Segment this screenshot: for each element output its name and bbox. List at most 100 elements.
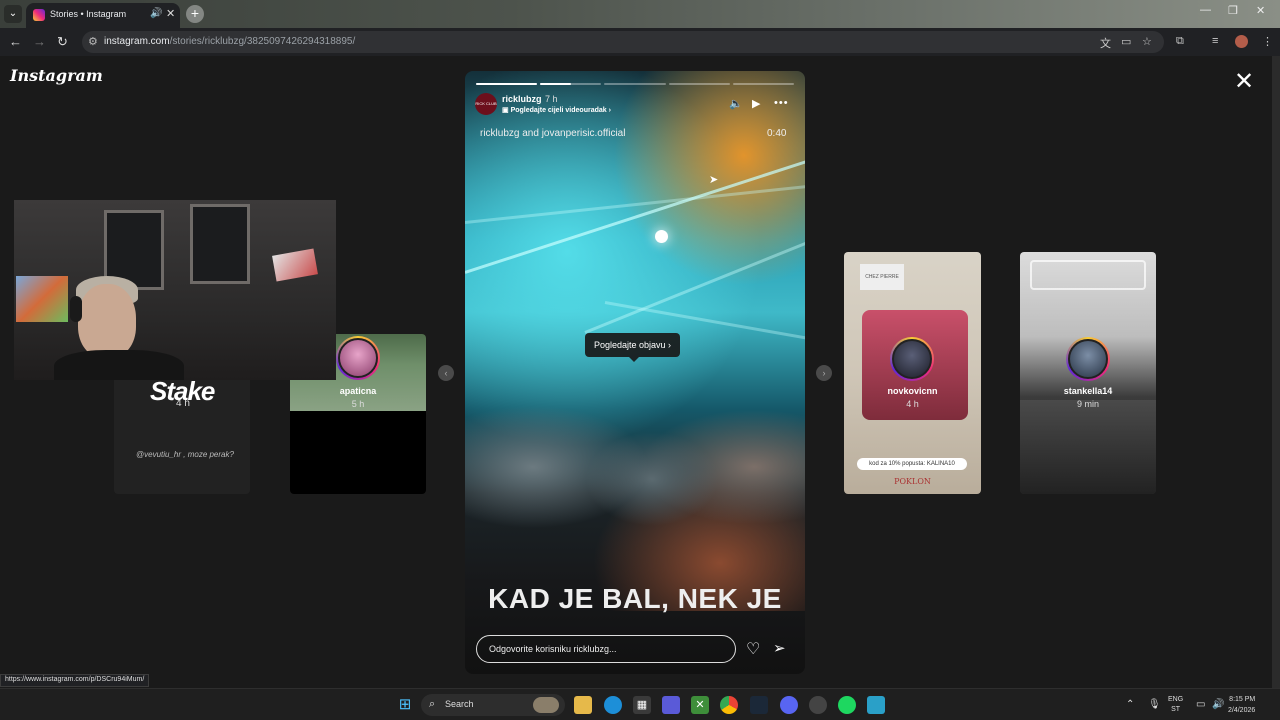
avatar [336,336,380,380]
minimize-icon[interactable]: — [1200,4,1211,16]
tab-search-icon[interactable]: ≡ [1212,35,1218,47]
steam-icon[interactable] [750,696,768,714]
chrome-icon[interactable] [720,696,738,714]
bookmark-star-icon[interactable]: ☆ [1142,35,1152,48]
avatar [890,337,934,381]
view-post-button[interactable]: Pogledajte objavu › [585,333,681,362]
instagram-logo[interactable]: Instagram [10,66,103,85]
story-collab-credit: ricklubzg and jovanperisic.official [480,128,626,139]
story-progress-segment [668,83,730,85]
brand-logo: CHEZ PIERRE [860,264,904,290]
close-story-viewer-icon[interactable]: ✕ [1234,70,1254,94]
language-layout: ST [1171,706,1181,713]
notepad-icon[interactable] [662,696,680,714]
story-card-username: novkovicnn [887,386,938,396]
story-progress-segment [732,83,794,85]
search-highlight-icon [533,697,559,713]
webcam-overlay [14,200,336,380]
window-close-icon[interactable]: ✕ [1256,4,1265,17]
story-card-time: 9 min [1076,399,1099,409]
clock-date: 2/4/2026 [1228,707,1256,714]
story-reply-input[interactable] [476,635,736,663]
reload-icon[interactable]: ↻ [57,34,68,50]
tab-close-icon[interactable]: ✕ [166,7,175,20]
previous-story-chevron-icon[interactable]: ‹ [438,365,454,381]
translate-icon[interactable]: 文 [1100,35,1111,51]
volume-icon[interactable]: 🔊 [1212,699,1224,710]
store-icon[interactable]: ▦ [633,696,651,714]
cast-icon[interactable]: ▭ [1121,35,1131,48]
forward-icon[interactable]: → [33,34,46,49]
notes-icon[interactable] [867,696,885,714]
back-icon[interactable]: ← [9,34,22,49]
minecraft-icon[interactable]: ✕ [691,696,709,714]
link-status-url: https://www.instagram.com/p/DSCru94iMum/ [0,674,150,687]
story-card-caption: @vevutiu_hr , moze perak? [136,450,234,459]
clock-time: 8:15 PM [1229,696,1256,703]
windows-start-icon[interactable]: ⊞ [396,696,414,714]
send-icon[interactable]: ➢ [773,639,786,657]
site-info-icon[interactable]: ⚙ [88,35,98,48]
tab-search-button[interactable]: ⌄ [4,5,22,23]
windows-taskbar: ⊞ ⌕ Search ▦ ✕ ⌃ 🎙 ENG ST ▭ 🔊 8:15 PM 2/… [0,688,1280,720]
story-card-time: 5 h [351,399,365,409]
tray-chevron-up-icon[interactable]: ⌃ [1126,699,1134,710]
story-main[interactable]: RICK CLUB ricklubzg 7 h ▣ Pogledajte cij… [465,71,805,674]
story-view-full-video-label: Pogledajte cijeli videouradak › [510,107,611,114]
play-icon[interactable]: ▶ [752,97,760,110]
browser-tab-active[interactable]: Stories • Instagram 🔊 ✕ [26,3,180,28]
instagram-favicon-icon [33,9,45,21]
url-host: instagram.com [104,36,170,47]
extensions-icon[interactable]: ⧉ [1176,35,1184,48]
story-timestamp: 7 h [545,94,558,104]
next-story-chevron-icon[interactable]: › [816,365,832,381]
poklon-label: POKLON [894,477,931,486]
story-author-avatar[interactable]: RICK CLUB [475,93,497,115]
like-heart-icon[interactable]: ♡ [746,639,760,659]
mute-icon[interactable]: 🔈 [729,97,743,110]
more-options-icon[interactable]: ••• [774,97,789,109]
edge-icon[interactable] [604,696,622,714]
browser-tab-strip: ⌄ Stories • Instagram 🔊 ✕ + — ❐ ✕ [0,0,1280,28]
stake-logo: Stake [150,376,215,406]
story-progress-fill [540,83,571,85]
story-progress-segment [476,83,538,85]
url-path: /stories/ricklubzg/3825097426294318895/ [169,36,356,47]
discord-icon[interactable] [780,696,798,714]
language-indicator[interactable]: ENG ST [1168,695,1183,715]
story-card-time: 4 h [906,399,919,409]
app-icon[interactable] [809,696,827,714]
profile-avatar[interactable] [1235,35,1248,48]
instagram-story-viewer: Instagram ✕ 4 h @vevutiu_hr , moze perak… [0,56,1272,688]
story-progress-fill [476,83,538,85]
taskbar-search-box[interactable]: ⌕ Search [421,694,565,716]
tab-title: Stories • Instagram [50,9,127,19]
promo-code-sticker: kod za 10% popusta: KALINA10 [857,458,967,470]
url-text: instagram.com/stories/ricklubzg/38250974… [104,36,355,47]
story-progress-segment [604,83,666,85]
page-scrollbar[interactable] [1272,56,1280,688]
mouse-cursor-icon: ➤ [709,174,719,186]
speaker-icon[interactable]: 🔊 [150,8,162,19]
microphone-icon[interactable]: 🎙 [1148,699,1161,710]
story-card-username: apaticna [339,386,377,396]
restore-icon[interactable]: ❐ [1228,4,1238,17]
story-username[interactable]: ricklubzg [502,94,542,104]
language-code: ENG [1168,696,1184,703]
file-explorer-icon[interactable] [574,696,592,714]
story-card-username: stankella14 [1063,386,1113,396]
browser-toolbar: ← → ↻ ⚙ instagram.com/stories/ricklubzg/… [0,28,1280,56]
spotify-icon[interactable] [838,696,856,714]
avatar [1066,337,1110,381]
new-tab-button[interactable]: + [186,5,204,23]
video-icon: ▣ [502,107,511,114]
address-bar[interactable]: ⚙ instagram.com/stories/ricklubzg/382509… [82,31,1164,53]
search-icon: ⌕ [429,698,436,710]
story-duration: 0:40 [767,128,787,139]
taskbar-clock[interactable]: 8:15 PM 2/4/2026 [1228,694,1255,716]
network-icon[interactable]: ▭ [1196,699,1205,710]
story-headline-text: KAD JE BAL, NEK JE [488,583,782,614]
menu-kebab-icon[interactable]: ⋮ [1262,35,1273,48]
story-view-full-video-link[interactable]: ▣ Pogledajte cijeli videouradak › [502,106,611,114]
story-progress-segment [540,83,602,85]
